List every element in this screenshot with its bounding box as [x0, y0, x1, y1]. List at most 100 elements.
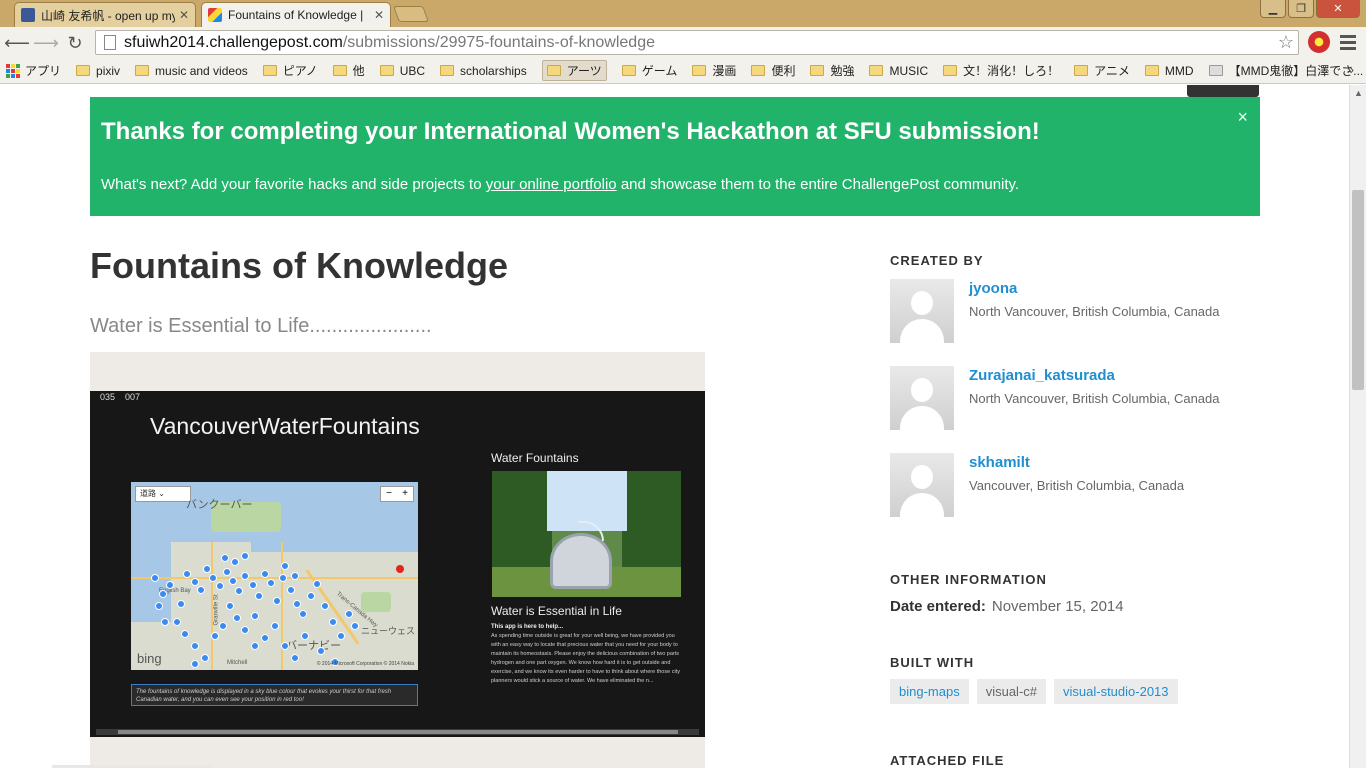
- bookmark-folder[interactable]: UBC: [379, 64, 425, 78]
- bookmark-folder[interactable]: MUSIC: [869, 64, 928, 78]
- new-tab-button[interactable]: [393, 6, 429, 22]
- fountain-marker[interactable]: [317, 647, 325, 655]
- restore-button[interactable]: ❐: [1288, 0, 1314, 18]
- tag-link[interactable]: bing-maps: [890, 679, 969, 704]
- close-tab-icon[interactable]: ✕: [374, 8, 384, 22]
- top-menu-stub[interactable]: [1187, 85, 1259, 97]
- bookmark-folder[interactable]: MMD: [1144, 64, 1194, 78]
- tag-link[interactable]: visual-studio-2013: [1054, 679, 1178, 704]
- avatar[interactable]: [890, 453, 954, 517]
- tab-facebook[interactable]: 山崎 友希帆 - open up my ✕: [14, 2, 196, 27]
- fountain-marker[interactable]: [337, 632, 345, 640]
- fountain-marker[interactable]: [251, 612, 259, 620]
- fountain-marker[interactable]: [233, 614, 241, 622]
- zoom-in-button[interactable]: +: [397, 487, 413, 501]
- fountain-marker[interactable]: [161, 618, 169, 626]
- bookmark-folder[interactable]: ピアノ: [262, 62, 318, 79]
- fountain-marker[interactable]: [226, 602, 234, 610]
- close-tab-icon[interactable]: ✕: [179, 8, 189, 22]
- fountain-marker[interactable]: [241, 552, 249, 560]
- fountain-marker[interactable]: [203, 565, 211, 573]
- fountain-marker[interactable]: [151, 574, 159, 582]
- close-icon[interactable]: ×: [1237, 107, 1248, 128]
- fountain-marker[interactable]: [255, 592, 263, 600]
- fountain-marker[interactable]: [287, 586, 295, 594]
- fountain-marker[interactable]: [191, 660, 199, 668]
- bookmark-folder[interactable]: 勉強: [810, 62, 854, 79]
- fountain-marker[interactable]: [329, 618, 337, 626]
- menu-icon[interactable]: [1340, 35, 1356, 53]
- scroll-up-icon[interactable]: ▲: [1350, 85, 1366, 102]
- bookmark-folder[interactable]: アニメ: [1074, 62, 1130, 79]
- fountain-marker[interactable]: [281, 642, 289, 650]
- fountain-marker[interactable]: [261, 570, 269, 578]
- fountain-marker[interactable]: [291, 572, 299, 580]
- fountain-marker[interactable]: [155, 602, 163, 610]
- fountain-marker[interactable]: [211, 632, 219, 640]
- map-mode-select[interactable]: 道路 ⌄: [135, 486, 191, 502]
- fountain-marker[interactable]: [216, 582, 224, 590]
- fountain-marker[interactable]: [249, 581, 257, 589]
- fountain-marker[interactable]: [273, 597, 281, 605]
- horizontal-scrollbar[interactable]: [96, 729, 699, 735]
- zoom-out-button[interactable]: −: [381, 487, 397, 501]
- page-scrollbar[interactable]: ▲: [1349, 85, 1366, 768]
- bookmark-apps[interactable]: アプリ: [6, 62, 61, 79]
- bookmark-link[interactable]: 【MMD鬼徹】白澤でさ...: [1208, 62, 1363, 79]
- fountain-marker[interactable]: [181, 630, 189, 638]
- fountain-marker[interactable]: [301, 632, 309, 640]
- bookmark-folder[interactable]: scholarships: [440, 64, 527, 78]
- bookmark-folder[interactable]: 便利: [751, 62, 795, 79]
- fountain-marker[interactable]: [321, 602, 329, 610]
- fountain-marker[interactable]: [231, 558, 239, 566]
- creator-name-link[interactable]: skhamilt: [969, 454, 1030, 471]
- close-window-button[interactable]: ✕: [1316, 0, 1360, 18]
- fountain-marker[interactable]: [299, 610, 307, 618]
- bookmark-folder[interactable]: music and videos: [135, 64, 248, 78]
- fountain-marker[interactable]: [177, 600, 185, 608]
- fountain-marker[interactable]: [271, 622, 279, 630]
- fountain-marker[interactable]: [221, 554, 229, 562]
- address-bar[interactable]: sfuiwh2014.challengepost.com/submissions…: [95, 30, 1299, 55]
- fountain-marker[interactable]: [241, 626, 249, 634]
- fountain-marker[interactable]: [209, 574, 217, 582]
- bookmark-folder[interactable]: 漫画: [692, 62, 736, 79]
- fountain-marker[interactable]: [173, 618, 181, 626]
- bookmark-folder[interactable]: pixiv: [76, 64, 120, 78]
- fountain-marker[interactable]: [229, 577, 237, 585]
- fountain-marker[interactable]: [219, 622, 227, 630]
- fountain-marker[interactable]: [183, 570, 191, 578]
- bookmark-folder[interactable]: ゲーム: [621, 62, 677, 79]
- fountain-marker[interactable]: [267, 579, 275, 587]
- fountain-marker[interactable]: [313, 580, 321, 588]
- bookmark-star-icon[interactable]: ☆: [1278, 32, 1294, 53]
- fountain-marker[interactable]: [281, 562, 289, 570]
- fountain-marker[interactable]: [197, 586, 205, 594]
- fountain-marker[interactable]: [345, 610, 353, 618]
- fountain-marker[interactable]: [191, 642, 199, 650]
- scroll-thumb[interactable]: [1352, 190, 1364, 390]
- avatar[interactable]: [890, 279, 954, 343]
- fountain-marker[interactable]: [159, 590, 167, 598]
- avatar[interactable]: [890, 366, 954, 430]
- bookmarks-overflow-button[interactable]: »: [1347, 62, 1354, 77]
- bookmark-folder[interactable]: アーツ: [541, 60, 607, 81]
- fountain-marker[interactable]: [307, 592, 315, 600]
- extension-icon[interactable]: [1308, 31, 1330, 53]
- tab-fountains[interactable]: Fountains of Knowledge | ✕: [201, 2, 391, 27]
- fountain-marker[interactable]: [241, 572, 249, 580]
- fountain-marker[interactable]: [279, 574, 287, 582]
- fountain-marker[interactable]: [291, 654, 299, 662]
- fountain-marker[interactable]: [293, 600, 301, 608]
- reload-icon[interactable]: ↻: [64, 32, 86, 54]
- fountain-marker[interactable]: [166, 581, 174, 589]
- fountain-marker[interactable]: [201, 654, 209, 662]
- bookmark-folder[interactable]: 文！消化！しろ！: [943, 62, 1059, 79]
- creator-name-link[interactable]: jyoona: [969, 280, 1017, 297]
- creator-name-link[interactable]: Zurajanai_katsurada: [969, 367, 1115, 384]
- back-icon[interactable]: ⟵: [4, 32, 30, 54]
- portfolio-link[interactable]: your online portfolio: [486, 176, 617, 193]
- forward-icon[interactable]: ⟶: [33, 32, 59, 54]
- fountain-marker[interactable]: [235, 587, 243, 595]
- minimize-button[interactable]: ▁: [1260, 0, 1286, 18]
